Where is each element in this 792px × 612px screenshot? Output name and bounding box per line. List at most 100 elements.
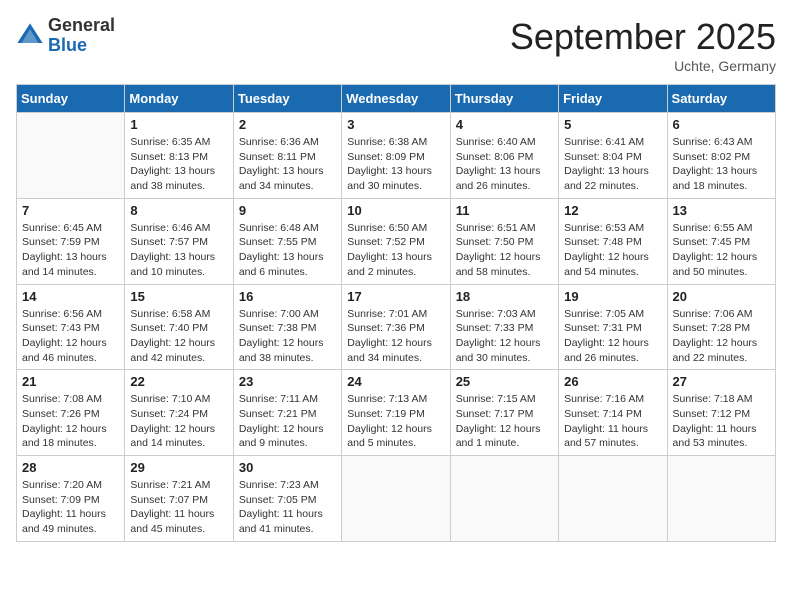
day-number: 2 bbox=[239, 117, 336, 132]
day-info: Sunrise: 6:36 AM Sunset: 8:11 PM Dayligh… bbox=[239, 135, 336, 194]
day-info: Sunrise: 6:53 AM Sunset: 7:48 PM Dayligh… bbox=[564, 221, 661, 280]
day-of-week-header: Thursday bbox=[450, 85, 558, 113]
day-of-week-header: Wednesday bbox=[342, 85, 450, 113]
day-of-week-header: Tuesday bbox=[233, 85, 341, 113]
day-info: Sunrise: 7:21 AM Sunset: 7:07 PM Dayligh… bbox=[130, 478, 227, 537]
calendar-cell: 27 Sunrise: 7:18 AM Sunset: 7:12 PM Dayli… bbox=[667, 370, 775, 456]
logo-icon bbox=[16, 22, 44, 50]
day-info: Sunrise: 7:00 AM Sunset: 7:38 PM Dayligh… bbox=[239, 307, 336, 366]
calendar-week-row: 21Sunrise: 7:08 AM Sunset: 7:26 PM Dayli… bbox=[17, 370, 776, 456]
calendar-cell: 6Sunrise: 6:43 AM Sunset: 8:02 PM Daylig… bbox=[667, 113, 775, 199]
month-title: September 2025 bbox=[510, 16, 776, 58]
calendar-cell: 29Sunrise: 7:21 AM Sunset: 7:07 PM Dayli… bbox=[125, 456, 233, 542]
calendar-cell: 21Sunrise: 7:08 AM Sunset: 7:26 PM Dayli… bbox=[17, 370, 125, 456]
day-info: Sunrise: 7:23 AM Sunset: 7:05 PM Dayligh… bbox=[239, 478, 336, 537]
day-info: Sunrise: 7:18 AM Sunset: 7:12 PM Dayligh… bbox=[673, 392, 770, 451]
day-number: 7 bbox=[22, 203, 119, 218]
day-of-week-header: Saturday bbox=[667, 85, 775, 113]
day-info: Sunrise: 7:08 AM Sunset: 7:26 PM Dayligh… bbox=[22, 392, 119, 451]
day-info: Sunrise: 6:51 AM Sunset: 7:50 PM Dayligh… bbox=[456, 221, 553, 280]
day-info: Sunrise: 7:11 AM Sunset: 7:21 PM Dayligh… bbox=[239, 392, 336, 451]
calendar-week-row: 1 Sunrise: 6:35 AM Sunset: 8:13 PM Daylig… bbox=[17, 113, 776, 199]
calendar-cell: 2 Sunrise: 6:36 AM Sunset: 8:11 PM Daylig… bbox=[233, 113, 341, 199]
logo-general-text: General bbox=[48, 16, 115, 36]
day-number: 30 bbox=[239, 460, 336, 475]
day-number: 27 bbox=[673, 374, 770, 389]
calendar-cell bbox=[667, 456, 775, 542]
calendar-cell: 23 Sunrise: 7:11 AM Sunset: 7:21 PM Dayli… bbox=[233, 370, 341, 456]
calendar-cell: 4 Sunrise: 6:40 AM Sunset: 8:06 PM Daylig… bbox=[450, 113, 558, 199]
day-number: 3 bbox=[347, 117, 444, 132]
calendar-cell: 30 Sunrise: 7:23 AM Sunset: 7:05 PM Dayli… bbox=[233, 456, 341, 542]
calendar-cell: 15Sunrise: 6:58 AM Sunset: 7:40 PM Dayli… bbox=[125, 284, 233, 370]
calendar-cell: 10 Sunrise: 6:50 AM Sunset: 7:52 PM Dayli… bbox=[342, 198, 450, 284]
logo-blue-text: Blue bbox=[48, 36, 115, 56]
day-of-week-header: Monday bbox=[125, 85, 233, 113]
day-number: 13 bbox=[673, 203, 770, 218]
day-info: Sunrise: 6:50 AM Sunset: 7:52 PM Dayligh… bbox=[347, 221, 444, 280]
calendar-cell: 11 Sunrise: 6:51 AM Sunset: 7:50 PM Dayli… bbox=[450, 198, 558, 284]
day-number: 5 bbox=[564, 117, 661, 132]
calendar-cell bbox=[17, 113, 125, 199]
day-number: 9 bbox=[239, 203, 336, 218]
day-number: 16 bbox=[239, 289, 336, 304]
calendar-cell bbox=[559, 456, 667, 542]
day-number: 10 bbox=[347, 203, 444, 218]
day-number: 25 bbox=[456, 374, 553, 389]
calendar-cell: 18Sunrise: 7:03 AM Sunset: 7:33 PM Dayli… bbox=[450, 284, 558, 370]
day-number: 1 bbox=[130, 117, 227, 132]
day-info: Sunrise: 6:40 AM Sunset: 8:06 PM Dayligh… bbox=[456, 135, 553, 194]
day-info: Sunrise: 6:43 AM Sunset: 8:02 PM Dayligh… bbox=[673, 135, 770, 194]
day-number: 24 bbox=[347, 374, 444, 389]
day-number: 8 bbox=[130, 203, 227, 218]
calendar-cell: 26Sunrise: 7:16 AM Sunset: 7:14 PM Dayli… bbox=[559, 370, 667, 456]
calendar-cell: 28 Sunrise: 7:20 AM Sunset: 7:09 PM Dayli… bbox=[17, 456, 125, 542]
day-info: Sunrise: 7:13 AM Sunset: 7:19 PM Dayligh… bbox=[347, 392, 444, 451]
day-number: 28 bbox=[22, 460, 119, 475]
day-info: Sunrise: 6:38 AM Sunset: 8:09 PM Dayligh… bbox=[347, 135, 444, 194]
day-info: Sunrise: 7:06 AM Sunset: 7:28 PM Dayligh… bbox=[673, 307, 770, 366]
day-number: 11 bbox=[456, 203, 553, 218]
page-header: General Blue September 2025 Uchte, Germa… bbox=[16, 16, 776, 74]
day-number: 15 bbox=[130, 289, 227, 304]
day-number: 12 bbox=[564, 203, 661, 218]
calendar-cell: 5 Sunrise: 6:41 AM Sunset: 8:04 PM Daylig… bbox=[559, 113, 667, 199]
logo: General Blue bbox=[16, 16, 115, 56]
day-number: 17 bbox=[347, 289, 444, 304]
day-number: 23 bbox=[239, 374, 336, 389]
calendar-cell: 17Sunrise: 7:01 AM Sunset: 7:36 PM Dayli… bbox=[342, 284, 450, 370]
day-info: Sunrise: 7:03 AM Sunset: 7:33 PM Dayligh… bbox=[456, 307, 553, 366]
day-number: 26 bbox=[564, 374, 661, 389]
calendar-cell: 14Sunrise: 6:56 AM Sunset: 7:43 PM Dayli… bbox=[17, 284, 125, 370]
day-info: Sunrise: 7:05 AM Sunset: 7:31 PM Dayligh… bbox=[564, 307, 661, 366]
calendar-cell bbox=[450, 456, 558, 542]
calendar-cell: 13 Sunrise: 6:55 AM Sunset: 7:45 PM Dayli… bbox=[667, 198, 775, 284]
day-info: Sunrise: 7:15 AM Sunset: 7:17 PM Dayligh… bbox=[456, 392, 553, 451]
title-block: September 2025 Uchte, Germany bbox=[510, 16, 776, 74]
calendar-table: SundayMondayTuesdayWednesdayThursdayFrid… bbox=[16, 84, 776, 542]
calendar-cell: 24 Sunrise: 7:13 AM Sunset: 7:19 PM Dayli… bbox=[342, 370, 450, 456]
calendar-week-row: 14Sunrise: 6:56 AM Sunset: 7:43 PM Dayli… bbox=[17, 284, 776, 370]
day-number: 22 bbox=[130, 374, 227, 389]
day-info: Sunrise: 6:41 AM Sunset: 8:04 PM Dayligh… bbox=[564, 135, 661, 194]
calendar-cell: 9 Sunrise: 6:48 AM Sunset: 7:55 PM Daylig… bbox=[233, 198, 341, 284]
day-of-week-header: Friday bbox=[559, 85, 667, 113]
day-number: 20 bbox=[673, 289, 770, 304]
calendar-cell: 7Sunrise: 6:45 AM Sunset: 7:59 PM Daylig… bbox=[17, 198, 125, 284]
calendar-cell: 25 Sunrise: 7:15 AM Sunset: 7:17 PM Dayli… bbox=[450, 370, 558, 456]
day-info: Sunrise: 6:56 AM Sunset: 7:43 PM Dayligh… bbox=[22, 307, 119, 366]
day-info: Sunrise: 6:55 AM Sunset: 7:45 PM Dayligh… bbox=[673, 221, 770, 280]
calendar-cell: 3 Sunrise: 6:38 AM Sunset: 8:09 PM Daylig… bbox=[342, 113, 450, 199]
day-info: Sunrise: 6:35 AM Sunset: 8:13 PM Dayligh… bbox=[130, 135, 227, 194]
calendar-cell: 12 Sunrise: 6:53 AM Sunset: 7:48 PM Dayli… bbox=[559, 198, 667, 284]
calendar-week-row: 7Sunrise: 6:45 AM Sunset: 7:59 PM Daylig… bbox=[17, 198, 776, 284]
day-of-week-header: Sunday bbox=[17, 85, 125, 113]
day-number: 4 bbox=[456, 117, 553, 132]
calendar-cell: 22 Sunrise: 7:10 AM Sunset: 7:24 PM Dayli… bbox=[125, 370, 233, 456]
day-info: Sunrise: 6:48 AM Sunset: 7:55 PM Dayligh… bbox=[239, 221, 336, 280]
calendar-cell: 20 Sunrise: 7:06 AM Sunset: 7:28 PM Dayli… bbox=[667, 284, 775, 370]
location: Uchte, Germany bbox=[510, 58, 776, 74]
day-info: Sunrise: 7:20 AM Sunset: 7:09 PM Dayligh… bbox=[22, 478, 119, 537]
calendar-header-row: SundayMondayTuesdayWednesdayThursdayFrid… bbox=[17, 85, 776, 113]
day-info: Sunrise: 7:10 AM Sunset: 7:24 PM Dayligh… bbox=[130, 392, 227, 451]
